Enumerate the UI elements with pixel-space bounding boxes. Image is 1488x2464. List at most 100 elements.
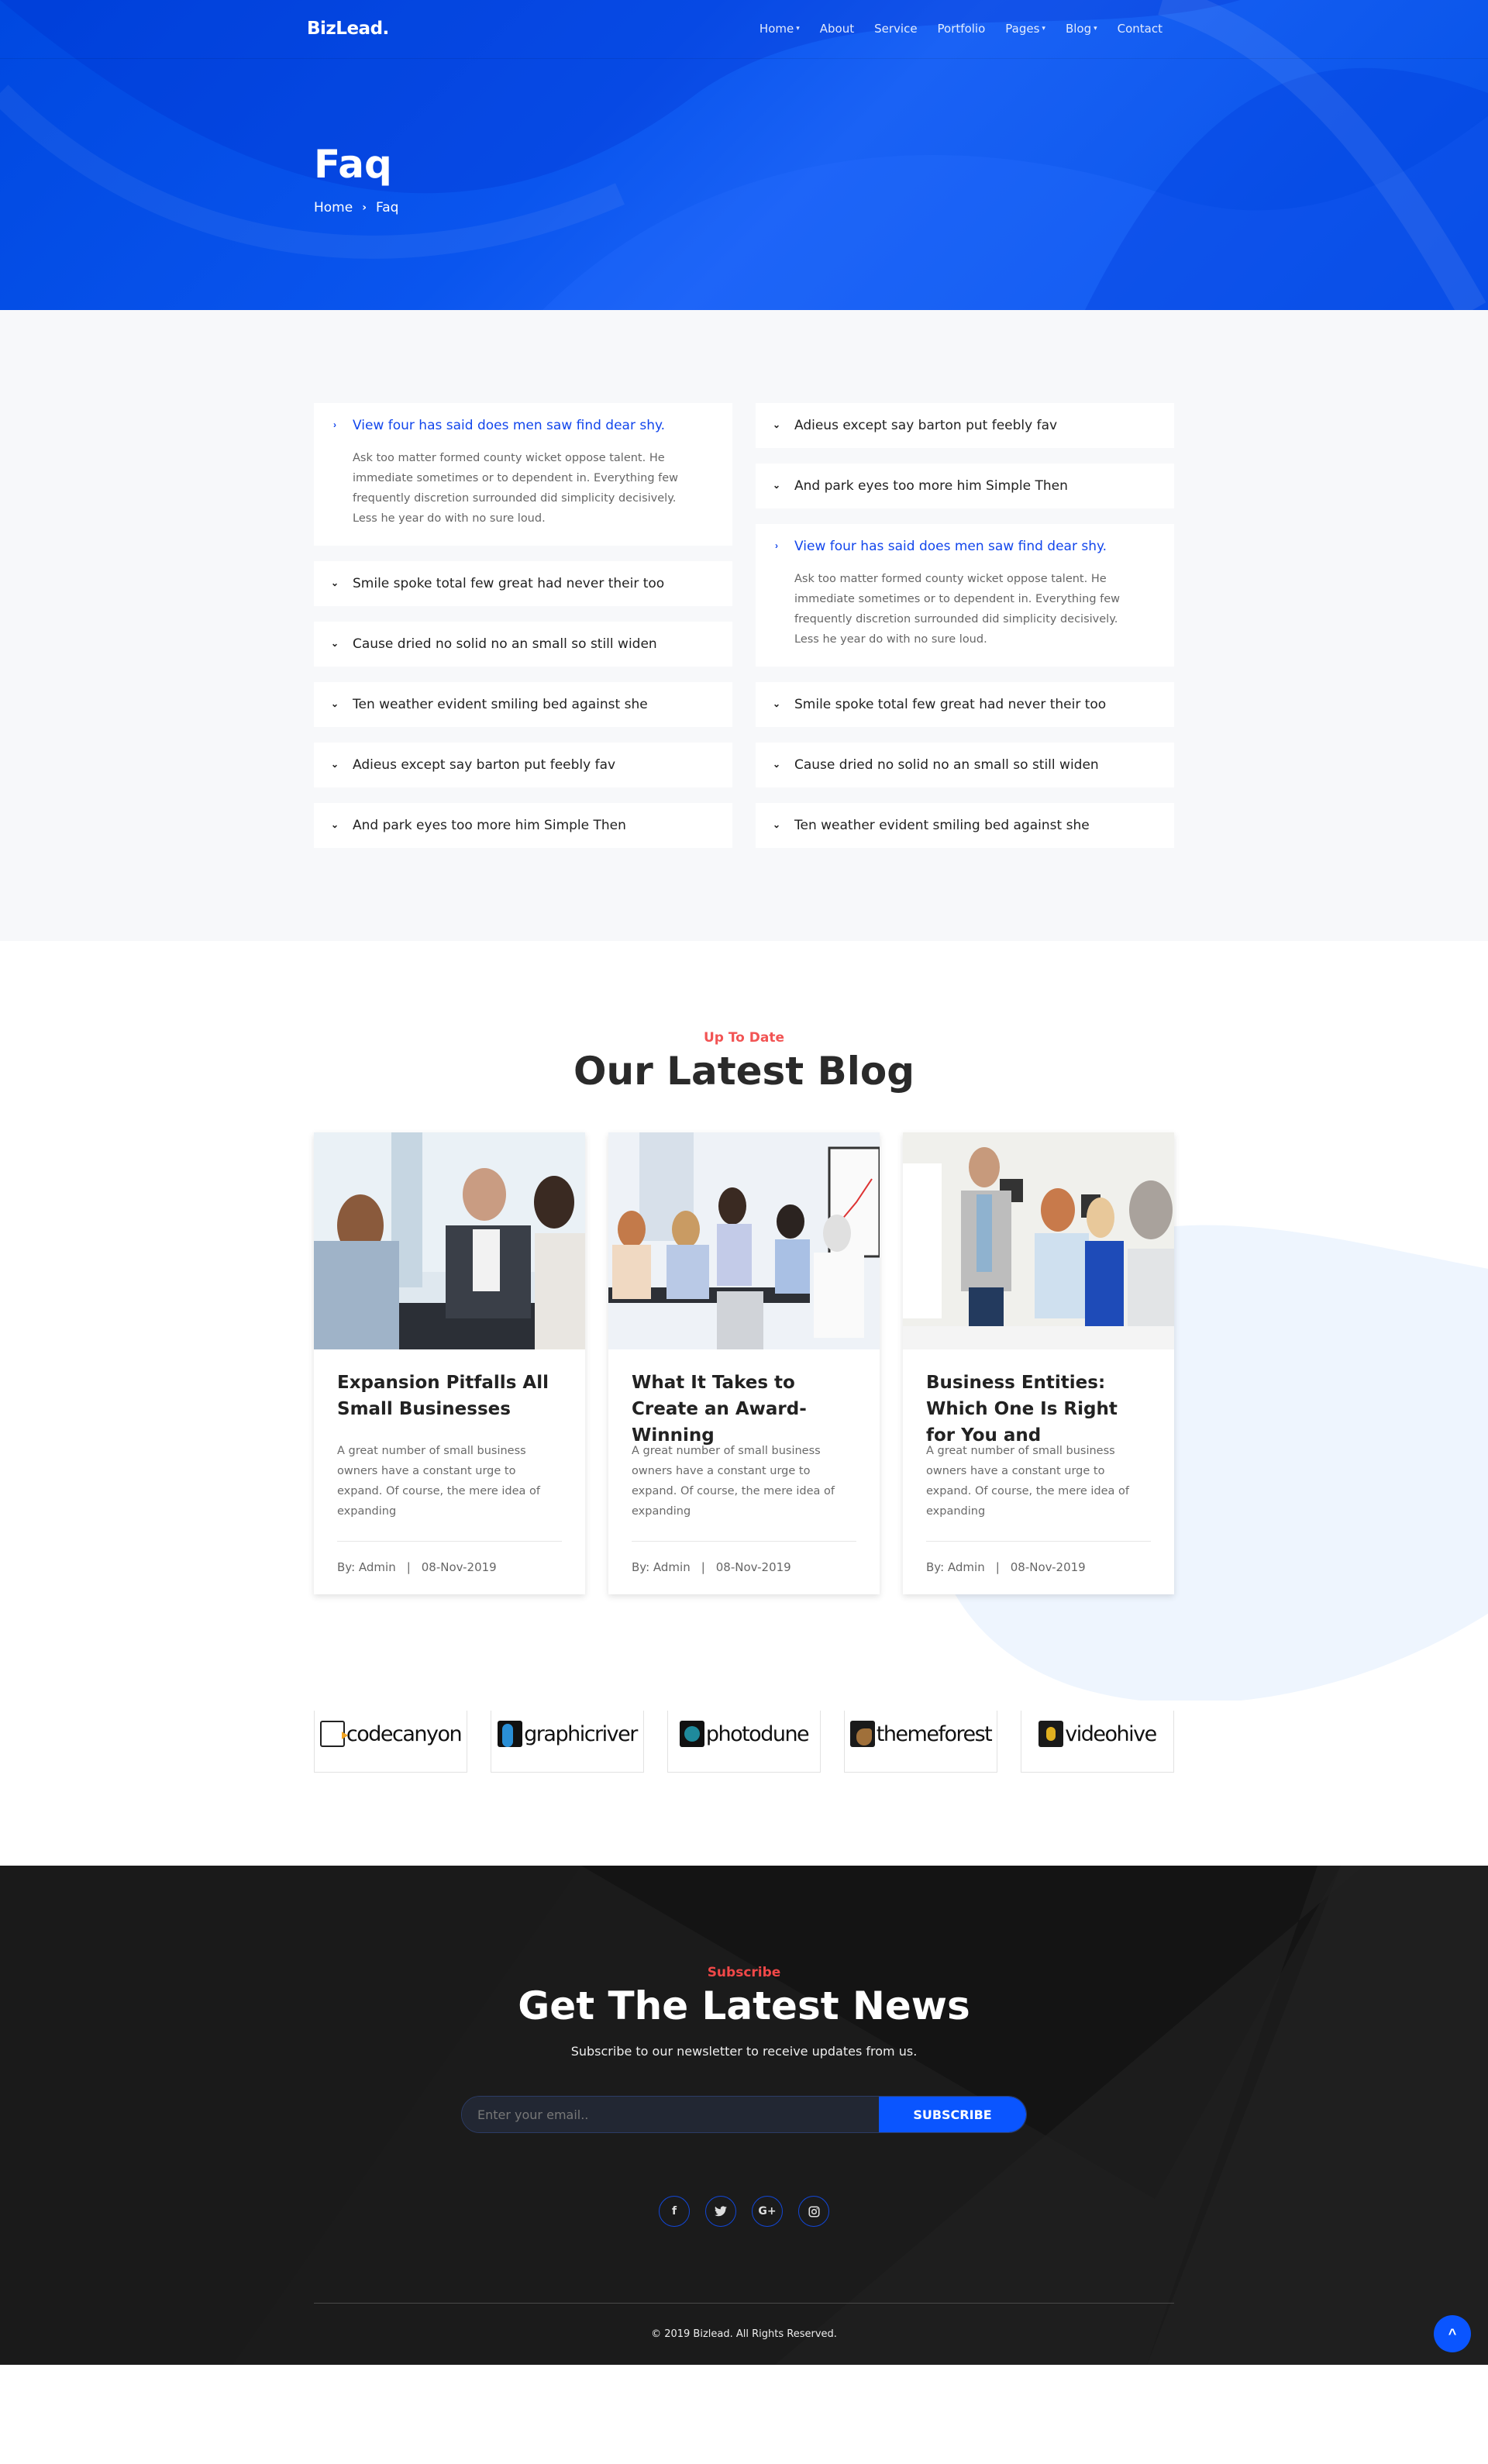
chevron-down-icon: ⌄ <box>330 819 339 830</box>
subscribe-subtitle: Subscribe <box>707 1965 781 1980</box>
faq-item[interactable]: ⌄ Ten weather evident smiling bed agains… <box>314 682 732 727</box>
blog-cards: Expansion Pitfalls All Small Businesses … <box>314 1132 1174 1594</box>
blog-card[interactable]: Expansion Pitfalls All Small Businesses … <box>314 1132 585 1594</box>
chevron-down-icon: ⌄ <box>772 419 781 430</box>
graphicriver-logo-icon <box>498 1721 523 1747</box>
navbar: BizLead. Home ▾ About Service Portfolio P… <box>0 0 1488 59</box>
brand-name: graphicriver <box>524 1721 638 1746</box>
faq-item[interactable]: › View four has said does men saw find d… <box>314 403 732 546</box>
faq-question[interactable]: Smile spoke total few great had never th… <box>794 694 1159 715</box>
blog-title[interactable]: What It Takes to Create an Award-Winning <box>632 1370 856 1446</box>
caret-down-icon: ▾ <box>1042 25 1045 33</box>
faq-question[interactable]: Ten weather evident smiling bed against … <box>353 694 717 715</box>
faq-item[interactable]: ⌄ Adieus except say barton put feebly fa… <box>756 403 1174 448</box>
chevron-down-icon: ⌄ <box>772 480 781 491</box>
blog-excerpt: A great number of small business owners … <box>632 1445 835 1518</box>
email-input[interactable] <box>462 2097 879 2132</box>
nav-item-about[interactable]: About <box>820 22 854 36</box>
brand-name: photodune <box>705 1721 810 1746</box>
faq-question[interactable]: Adieus except say barton put feebly fav <box>794 415 1159 436</box>
nav-item-home[interactable]: Home ▾ <box>760 22 800 36</box>
faq-question[interactable]: View four has said does men saw find dea… <box>794 536 1159 557</box>
hero-banner: BizLead. Home ▾ About Service Portfolio P… <box>0 0 1488 310</box>
blog-meta: By: Admin | 08-Nov-2019 <box>632 1541 856 1574</box>
blog-image[interactable] <box>903 1132 1174 1349</box>
nav-item-pages[interactable]: Pages ▾ <box>1005 22 1045 36</box>
faq-item[interactable]: ⌄ Ten weather evident smiling bed agains… <box>756 803 1174 848</box>
blog-card[interactable]: Business Entities: Which One Is Right fo… <box>903 1132 1174 1594</box>
nav-item-blog[interactable]: Blog ▾ <box>1066 22 1097 36</box>
chevron-down-icon: ⌄ <box>330 698 339 709</box>
brand-name: codecanyon <box>346 1721 463 1746</box>
caret-down-icon: ▾ <box>796 25 800 33</box>
blog-date: 08-Nov-2019 <box>715 1560 791 1574</box>
main-nav: Home ▾ About Service Portfolio Pages ▾ Blo… <box>739 22 1162 36</box>
logo[interactable]: BizLead. <box>307 19 389 39</box>
chevron-down-icon: ⌄ <box>330 638 339 649</box>
faq-item[interactable]: › View four has said does men saw find d… <box>756 524 1174 667</box>
caret-down-icon: ▾ <box>1094 25 1097 33</box>
blog-author: By: Admin <box>337 1560 396 1574</box>
nav-label: Pages <box>1005 22 1040 36</box>
faq-column-right: ⌄ Adieus except say barton put feebly fa… <box>756 403 1174 848</box>
nav-label: Service <box>874 22 918 36</box>
instagram-icon[interactable] <box>798 2196 829 2227</box>
chevron-right-icon: › <box>362 202 367 214</box>
footer: Subscribe Get The Latest News Subscribe … <box>0 1866 1488 2365</box>
faq-answer: Ask too matter formed county wicket oppo… <box>794 573 1121 646</box>
nav-item-contact[interactable]: Contact <box>1118 22 1162 36</box>
faq-item[interactable]: ⌄ And park eyes too more him Simple Then <box>314 803 732 848</box>
blog-date: 08-Nov-2019 <box>421 1560 497 1574</box>
subscribe-text: Subscribe to our newsletter to receive u… <box>570 2044 918 2059</box>
page-title: Faq <box>314 142 392 187</box>
videohive-logo-icon <box>1038 1721 1064 1747</box>
blog-title[interactable]: Expansion Pitfalls All Small Businesses <box>337 1370 562 1422</box>
brands-section: codecanyon graphicriver photodune themef… <box>0 1695 1488 1866</box>
faq-question[interactable]: Smile spoke total few great had never th… <box>353 574 717 594</box>
section-title: Our Latest Blog <box>573 1049 915 1094</box>
chevron-down-icon: ⌄ <box>330 759 339 770</box>
nav-label: Blog <box>1065 22 1092 36</box>
footer-divider <box>314 2303 1174 2304</box>
photodune-logo-icon <box>679 1721 704 1747</box>
faq-item[interactable]: ⌄ Cause dried no solid no an small so st… <box>314 622 732 667</box>
chevron-up-icon: ^ <box>1448 2325 1457 2342</box>
twitter-icon[interactable] <box>705 2196 736 2227</box>
faq-item[interactable]: ⌄ And park eyes too more him Simple Then <box>756 464 1174 508</box>
section-subtitle: Up To Date <box>703 1030 785 1046</box>
chevron-down-icon: ⌄ <box>772 819 781 830</box>
themeforest-logo-icon <box>849 1721 875 1747</box>
faq-column-left: › View four has said does men saw find d… <box>314 403 732 848</box>
nav-label: Contact <box>1117 22 1162 36</box>
faq-item[interactable]: ⌄ Smile spoke total few great had never … <box>314 561 732 606</box>
blog-title[interactable]: Business Entities: Which One Is Right fo… <box>926 1370 1151 1446</box>
faq-item[interactable]: ⌄ Cause dried no solid no an small so st… <box>756 743 1174 787</box>
google-plus-icon[interactable]: G+ <box>752 2196 783 2227</box>
nav-item-service[interactable]: Service <box>874 22 917 36</box>
faq-question[interactable]: Cause dried no solid no an small so stil… <box>794 755 1159 775</box>
blog-meta: By: Admin | 08-Nov-2019 <box>337 1541 562 1574</box>
subscribe-button[interactable]: SUBSCRIBE <box>879 2097 1026 2132</box>
faq-item[interactable]: ⌄ Adieus except say barton put feebly fa… <box>314 743 732 787</box>
blog-card[interactable]: What It Takes to Create an Award-Winning… <box>608 1132 880 1594</box>
faq-item[interactable]: ⌄ Smile spoke total few great had never … <box>756 682 1174 727</box>
meta-divider: | <box>406 1560 411 1574</box>
nav-label: Portfolio <box>937 22 986 36</box>
faq-question[interactable]: View four has said does men saw find dea… <box>353 415 717 436</box>
faq-question[interactable]: Cause dried no solid no an small so stil… <box>353 634 717 654</box>
brand-name: videohive <box>1065 1721 1157 1746</box>
nav-item-portfolio[interactable]: Portfolio <box>938 22 986 36</box>
breadcrumb-home-link[interactable]: Home <box>314 200 353 215</box>
blog-image[interactable] <box>314 1132 585 1349</box>
chevron-down-icon: ⌄ <box>772 698 781 709</box>
blog-image[interactable] <box>608 1132 880 1349</box>
faq-question[interactable]: And park eyes too more him Simple Then <box>794 476 1159 496</box>
faq-question[interactable]: Ten weather evident smiling bed against … <box>794 815 1159 836</box>
breadcrumb-current: Faq <box>375 200 399 215</box>
faq-question[interactable]: And park eyes too more him Simple Then <box>353 815 717 836</box>
faq-question[interactable]: Adieus except say barton put feebly fav <box>353 755 717 775</box>
back-to-top-button[interactable]: ^ <box>1434 2315 1471 2352</box>
faq-section: › View four has said does men saw find d… <box>0 310 1488 941</box>
facebook-icon[interactable]: f <box>659 2196 690 2227</box>
copyright: © 2019 Bizlead. All Rights Reserved. <box>651 2328 837 2340</box>
